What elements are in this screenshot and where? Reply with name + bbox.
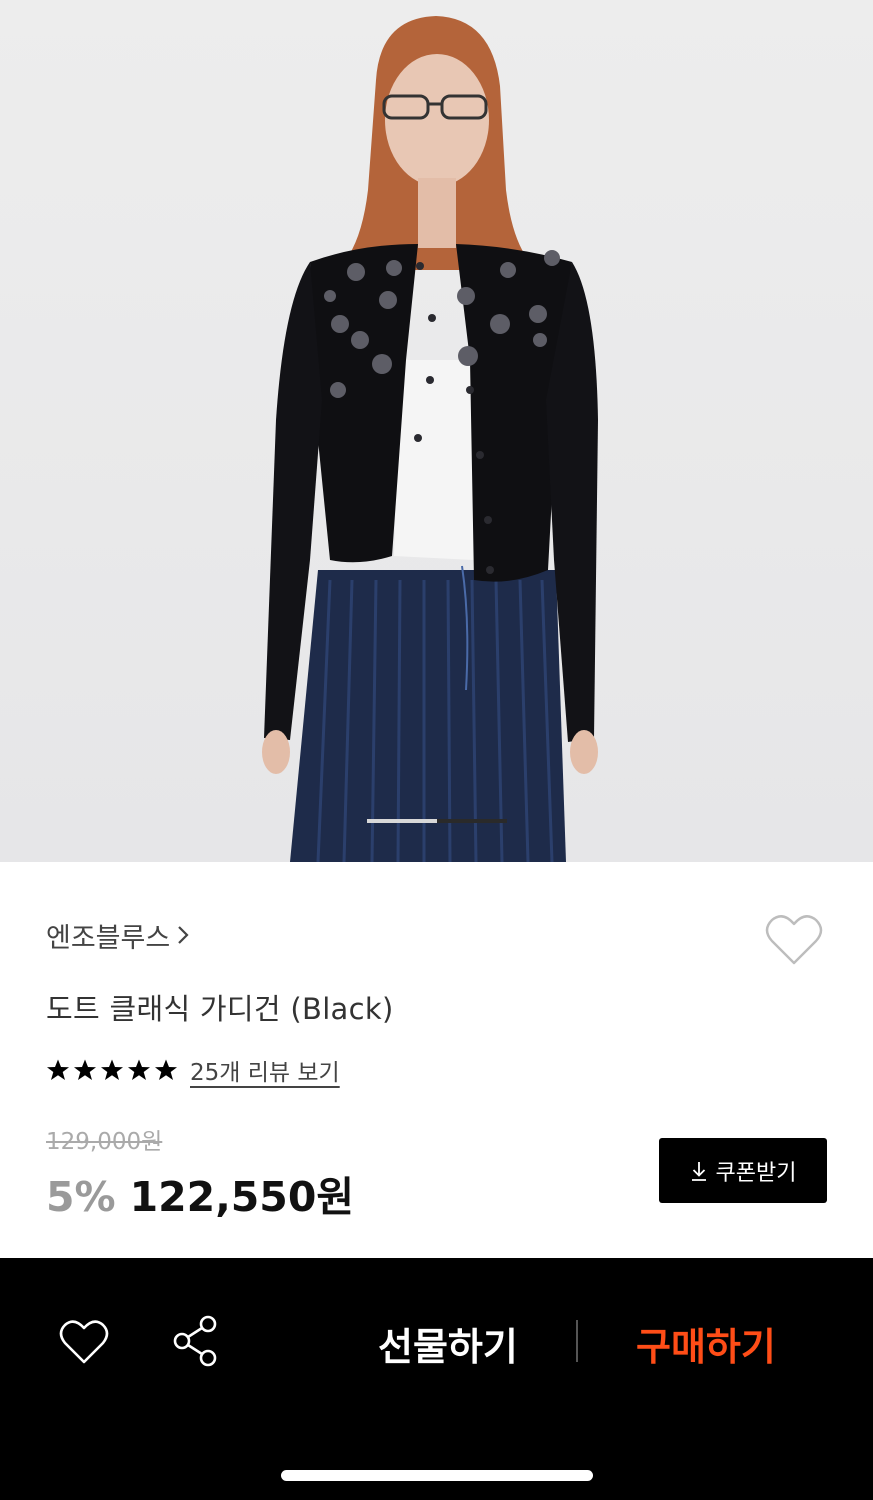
star-icon bbox=[74, 1059, 96, 1080]
rating-stars bbox=[46, 1058, 178, 1082]
heart-outline-icon[interactable] bbox=[764, 912, 824, 968]
star-icon bbox=[128, 1059, 150, 1080]
star-icon bbox=[47, 1059, 69, 1080]
review-link[interactable]: 25개 리뷰 보기 bbox=[190, 1053, 340, 1087]
original-price: 129,000원 bbox=[46, 1129, 163, 1155]
heart-outline-icon[interactable] bbox=[58, 1318, 110, 1366]
brand-name: 엔조블루스 bbox=[46, 922, 171, 954]
bottom-action-bar: 선물하기 구매하기 bbox=[0, 1258, 873, 1500]
price-row: 5% 122,550원 bbox=[46, 1163, 354, 1223]
coupon-label: 쿠폰받기 bbox=[715, 1160, 797, 1186]
star-icon bbox=[101, 1059, 123, 1080]
chevron-right-icon bbox=[178, 926, 189, 944]
buy-button[interactable]: 구매하기 bbox=[636, 1316, 776, 1371]
product-image[interactable] bbox=[0, 0, 873, 862]
final-price: 122,550원 bbox=[129, 1173, 355, 1221]
discount-rate: 5% bbox=[46, 1173, 116, 1221]
product-title: 도트 클래식 가디건 (Black) bbox=[46, 992, 394, 1026]
brand-link[interactable]: 엔조블루스 bbox=[46, 915, 190, 955]
download-icon bbox=[691, 1161, 706, 1181]
bar-divider bbox=[576, 1320, 578, 1362]
carousel-indicator bbox=[367, 819, 507, 823]
product-photo bbox=[262, 16, 598, 862]
coupon-button[interactable]: 쿠폰받기 bbox=[659, 1138, 827, 1203]
rating-row: 25개 리뷰 보기 bbox=[46, 1052, 340, 1088]
star-icon bbox=[155, 1059, 177, 1080]
gift-button[interactable]: 선물하기 bbox=[378, 1316, 518, 1371]
carousel-active-segment bbox=[367, 819, 437, 823]
home-indicator[interactable] bbox=[281, 1470, 593, 1481]
share-icon[interactable] bbox=[170, 1314, 220, 1368]
